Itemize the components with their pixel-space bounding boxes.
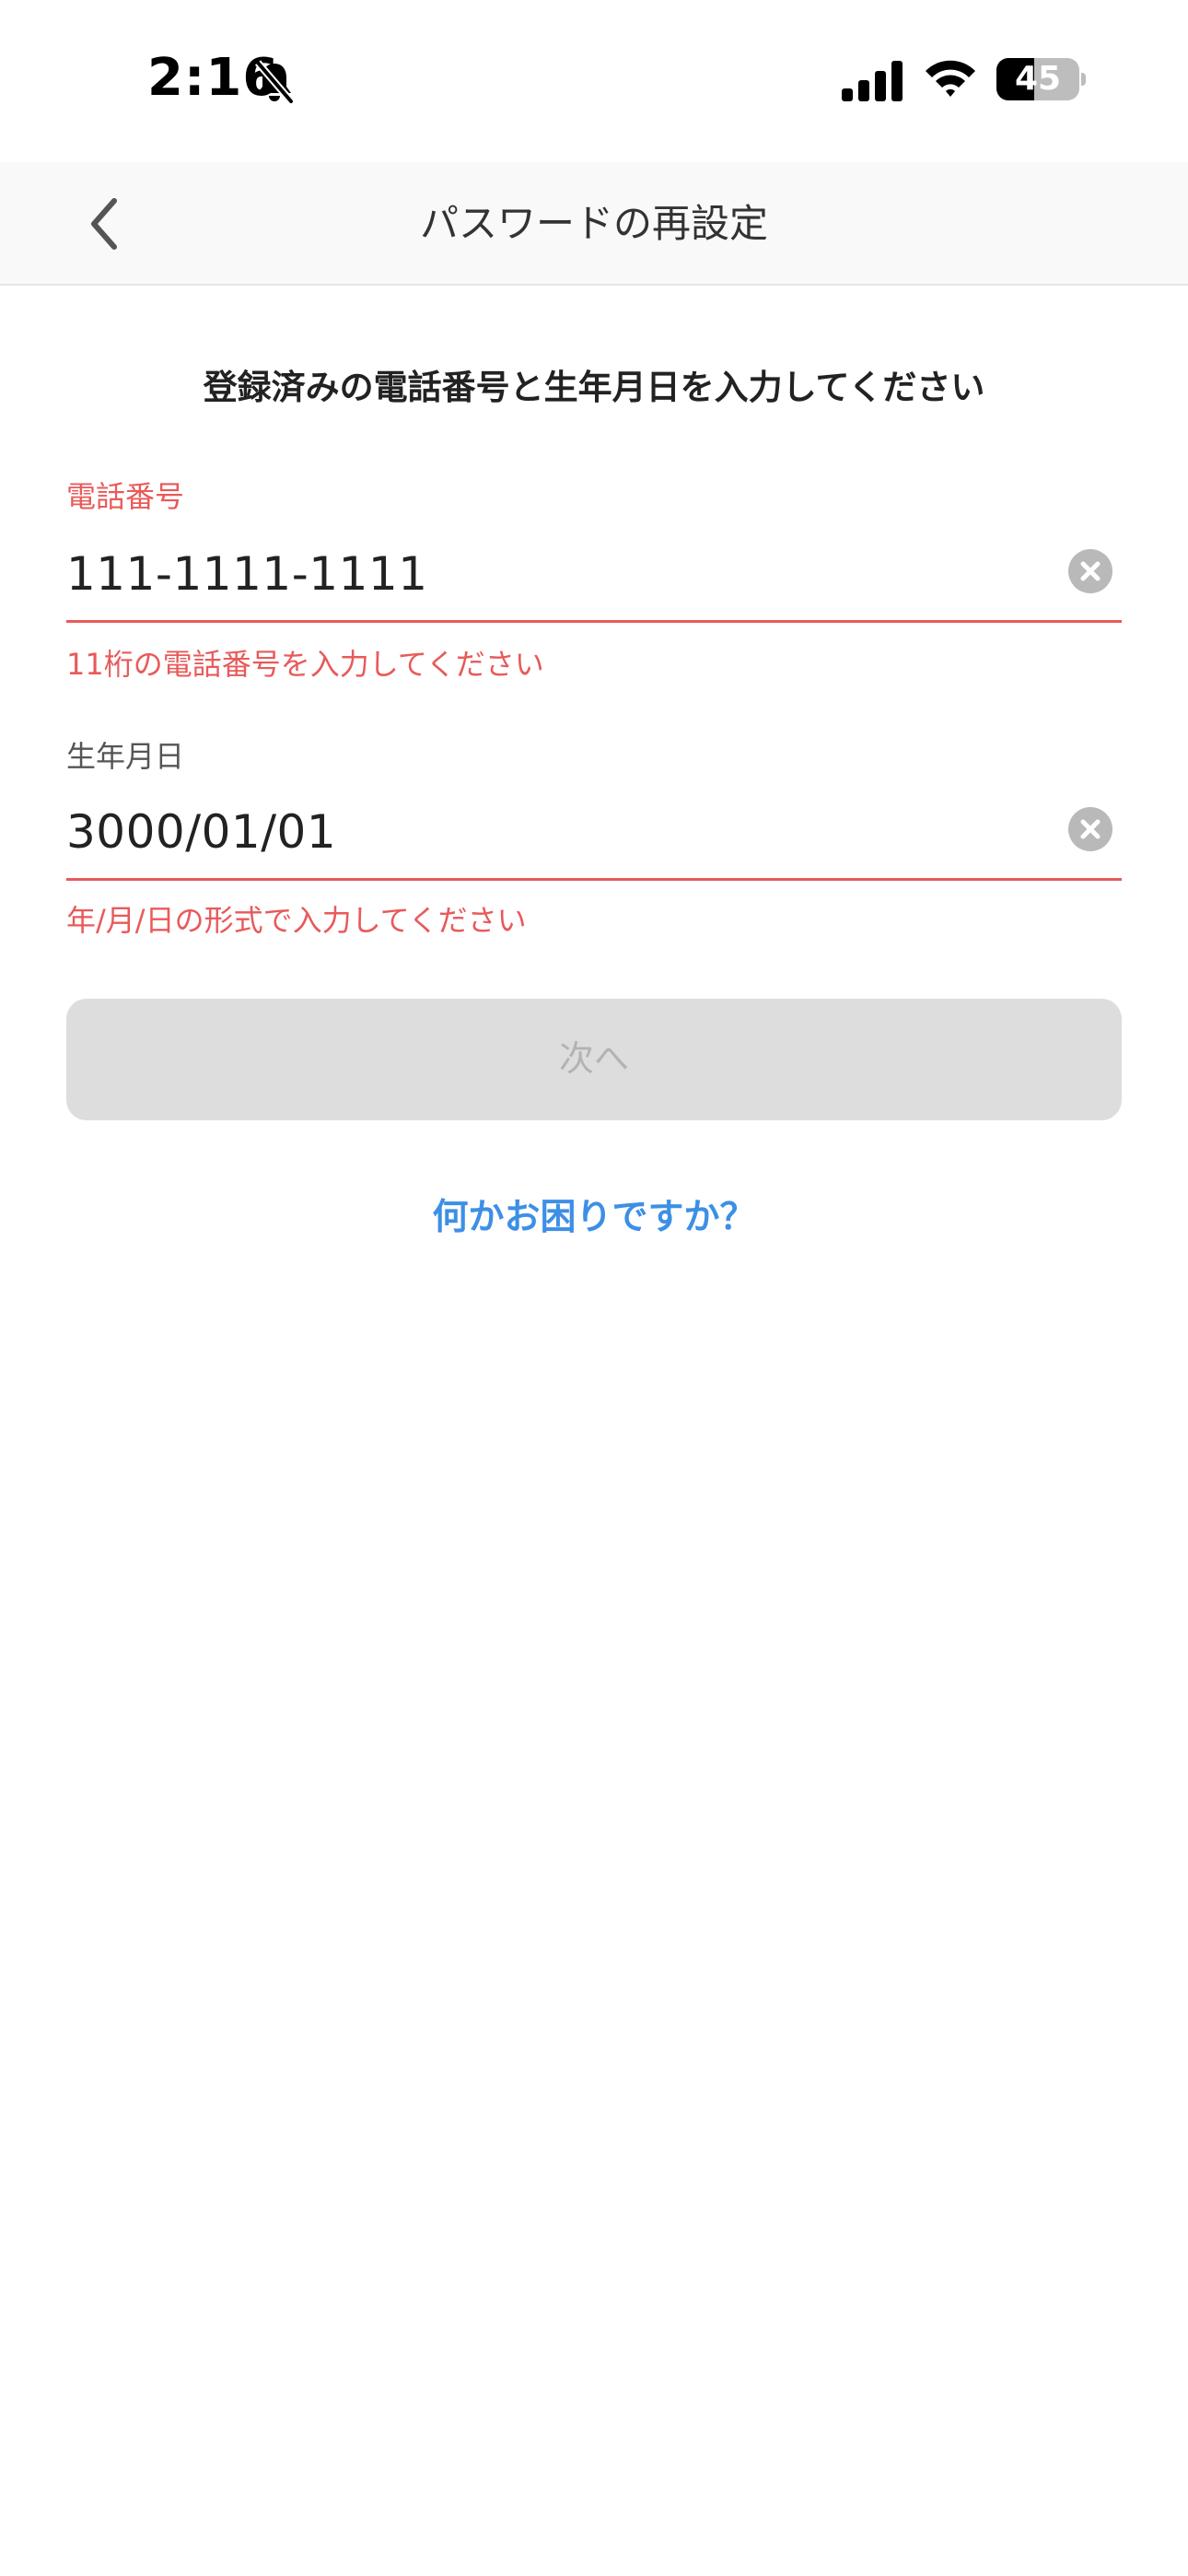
phone-label: 電話番号 <box>66 479 185 514</box>
navigation-bar: パスワードの再設定 <box>0 162 1188 286</box>
birthdate-label: 生年月日 <box>66 739 185 774</box>
password-reset-screen: 2:16 45 パスワードの再設定 登録済みの電話番号と生年月日を入力してくださ… <box>0 0 1188 2576</box>
instruction-text: 登録済みの電話番号と生年月日を入力してください <box>203 368 985 407</box>
bell-slash-icon <box>254 60 295 104</box>
page-title: パスワードの再設定 <box>419 201 768 246</box>
birthdate-error: 年/月/日の形式で入力してください <box>66 903 527 938</box>
battery-level: 45 <box>1014 60 1062 98</box>
cellular-signal-icon <box>842 61 903 101</box>
phone-value[interactable]: 111-1111-1111 <box>66 547 428 601</box>
phone-field[interactable]: 111-1111-1111 <box>66 544 1122 623</box>
wifi-icon <box>926 60 975 97</box>
status-bar: 2:16 45 <box>0 0 1188 162</box>
next-button[interactable]: 次へ <box>66 999 1122 1120</box>
battery-body: 45 <box>996 58 1079 100</box>
battery-cap <box>1081 73 1086 86</box>
chevron-left-icon[interactable] <box>74 190 138 258</box>
battery-indicator: 45 <box>996 58 1086 100</box>
phone-error: 11桁の電話番号を入力してください <box>66 647 544 682</box>
birthdate-field[interactable]: 3000/01/01 <box>66 802 1122 881</box>
help-link[interactable]: 何かお困りですか？ <box>0 1188 1188 1240</box>
birthdate-value[interactable]: 3000/01/01 <box>66 805 336 859</box>
clear-phone-icon[interactable] <box>1068 549 1112 593</box>
clear-birthdate-icon[interactable] <box>1068 807 1112 851</box>
